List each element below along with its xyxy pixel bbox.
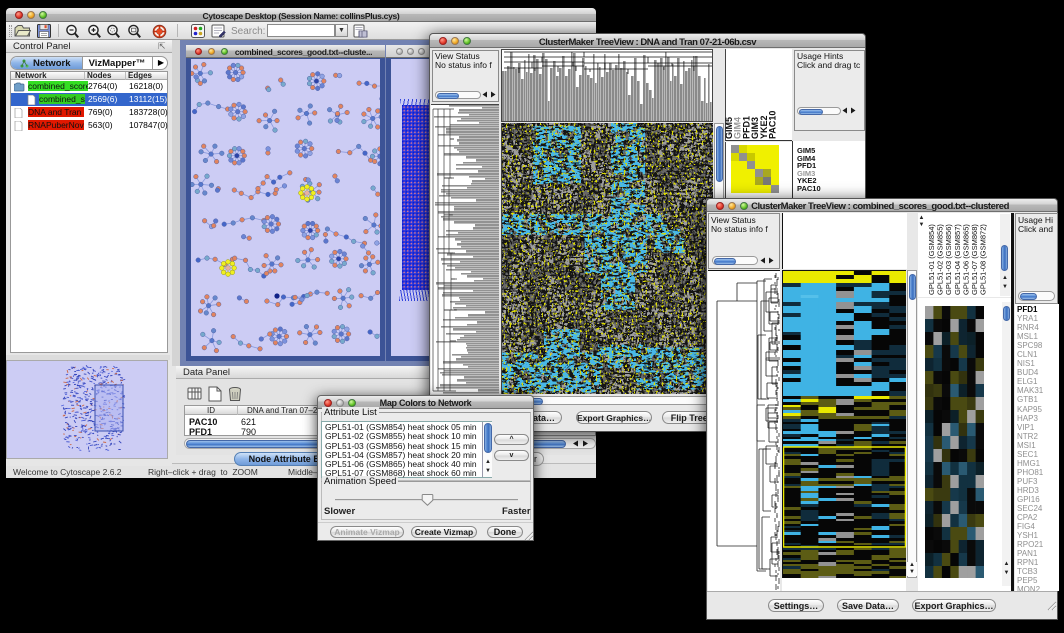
svg-text:PAC10: PAC10 — [768, 111, 778, 139]
svg-text:GPL51-08 (GSM872): GPL51-08 (GSM872) — [979, 224, 988, 295]
